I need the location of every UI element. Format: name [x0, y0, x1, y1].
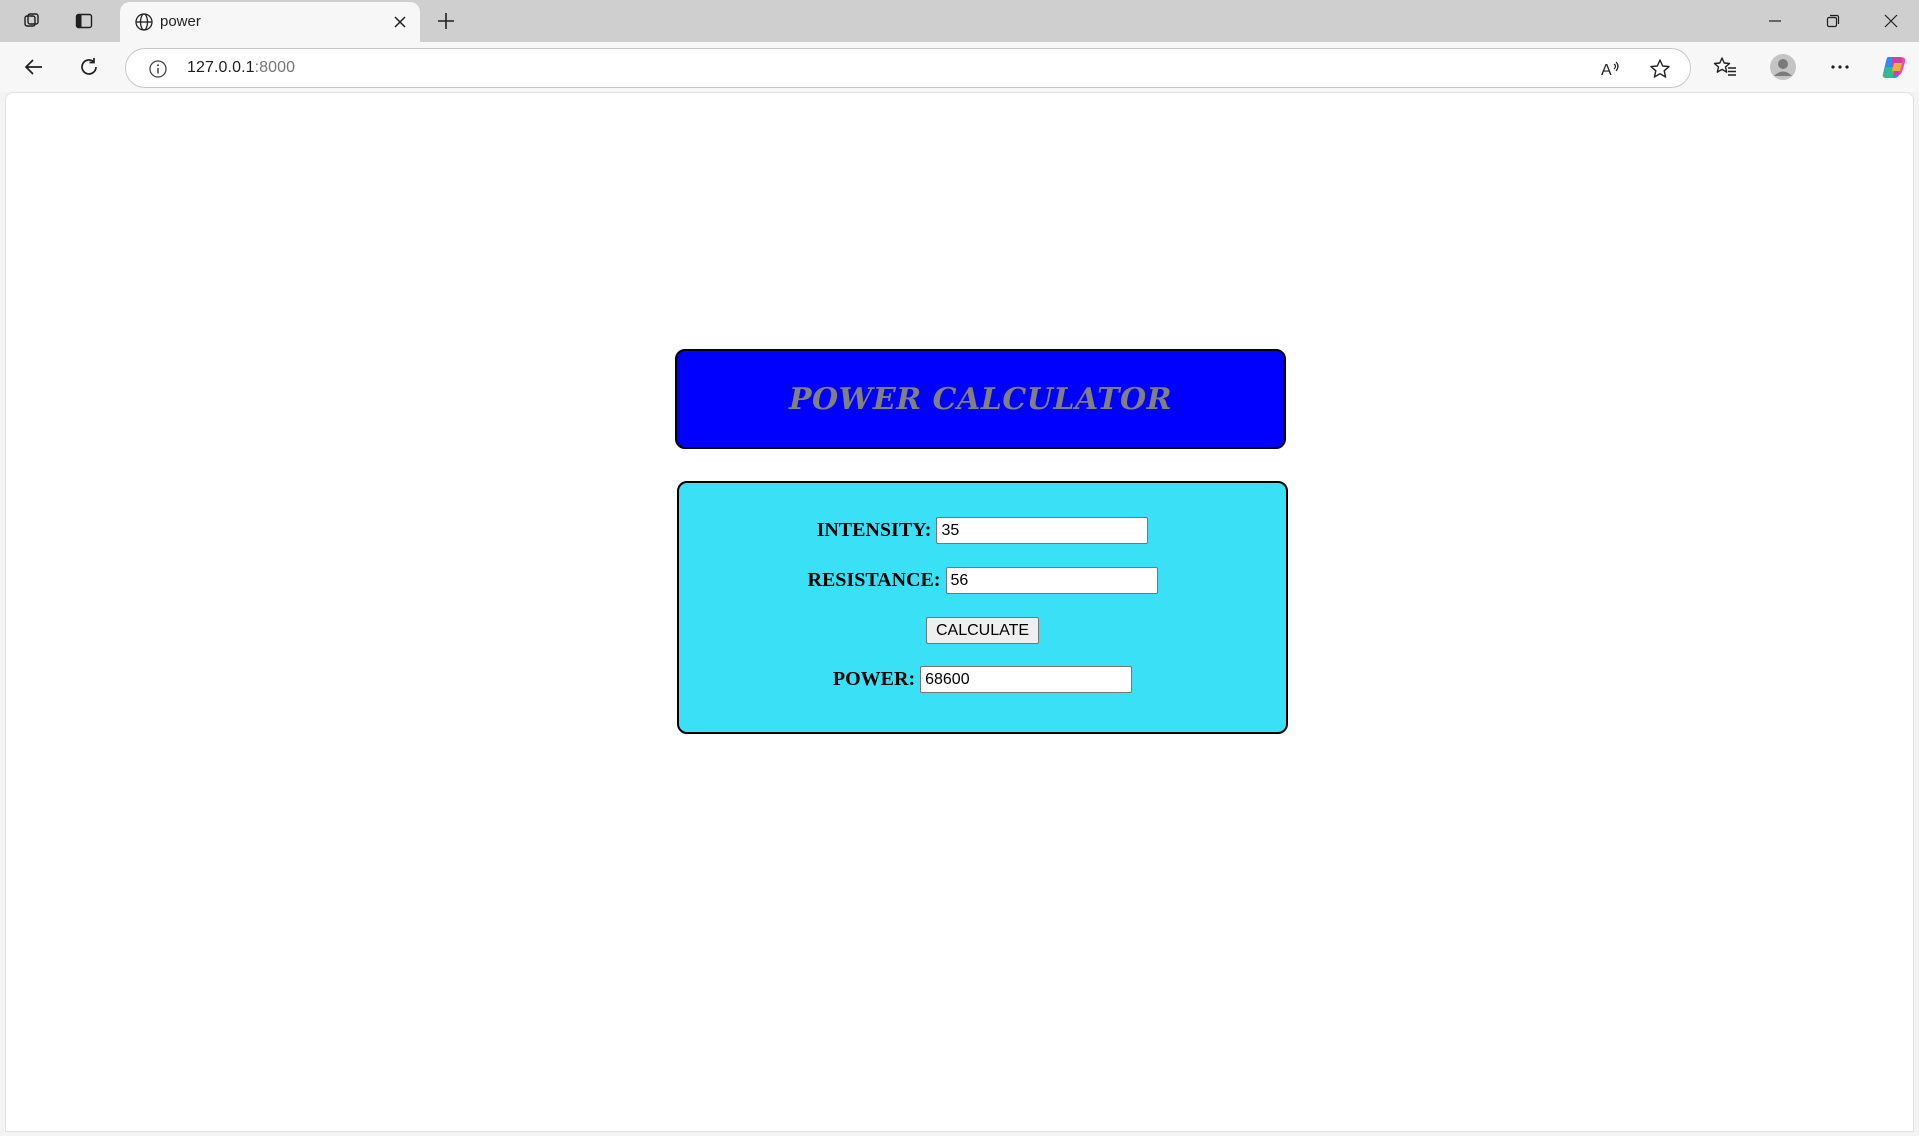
power-output[interactable] [920, 666, 1133, 693]
resistance-row: RESISTANCE: [679, 567, 1286, 594]
power-row: POWER: [679, 666, 1286, 693]
close-icon[interactable] [388, 10, 412, 34]
reload-icon[interactable] [71, 50, 107, 84]
svg-text:A: A [1601, 62, 1612, 79]
url-port: :8000 [254, 59, 296, 76]
favorite-star-icon[interactable] [1648, 57, 1672, 81]
tab-strip: power [0, 0, 1919, 42]
page-title: POWER CALCULATOR [788, 381, 1173, 417]
favorites-icon[interactable] [1707, 50, 1743, 84]
plus-icon[interactable] [430, 6, 462, 36]
window-close-icon[interactable] [1863, 0, 1919, 42]
copilot-icon[interactable] [1876, 50, 1912, 84]
address-bar[interactable]: 127.0.0.1:8000 A [125, 48, 1691, 88]
page-viewport: POWER CALCULATOR INTENSITY: RESISTANCE: … [5, 92, 1914, 1132]
calculate-row: CALCULATE [679, 617, 1286, 644]
minimize-icon[interactable] [1747, 0, 1803, 42]
read-aloud-icon[interactable]: A [1598, 57, 1622, 81]
resistance-label: RESISTANCE: [807, 569, 941, 591]
browser-toolbar: 127.0.0.1:8000 A [0, 42, 1919, 92]
back-icon[interactable] [16, 50, 52, 84]
workspaces-icon[interactable] [12, 6, 52, 36]
globe-icon [135, 13, 153, 31]
more-icon[interactable] [1822, 50, 1858, 84]
restore-icon[interactable] [1805, 0, 1861, 42]
url-text: 127.0.0.1:8000 [187, 59, 295, 77]
info-icon[interactable] [148, 59, 168, 79]
vertical-tabs-icon[interactable] [64, 6, 104, 36]
calculate-button[interactable]: CALCULATE [925, 617, 1040, 644]
intensity-label: INTENSITY: [816, 519, 932, 541]
power-label: POWER: [832, 668, 916, 690]
intensity-input[interactable] [936, 517, 1149, 544]
browser-tab[interactable]: power [120, 2, 420, 42]
tab-title: power [160, 13, 201, 30]
url-host: 127.0.0.1 [187, 59, 255, 76]
title-banner: POWER CALCULATOR [675, 349, 1286, 449]
profile-icon[interactable] [1765, 50, 1801, 84]
resistance-input[interactable] [945, 567, 1158, 594]
intensity-row: INTENSITY: [679, 517, 1286, 544]
calculator-form: INTENSITY: RESISTANCE: CALCULATE POWER: [677, 481, 1288, 734]
